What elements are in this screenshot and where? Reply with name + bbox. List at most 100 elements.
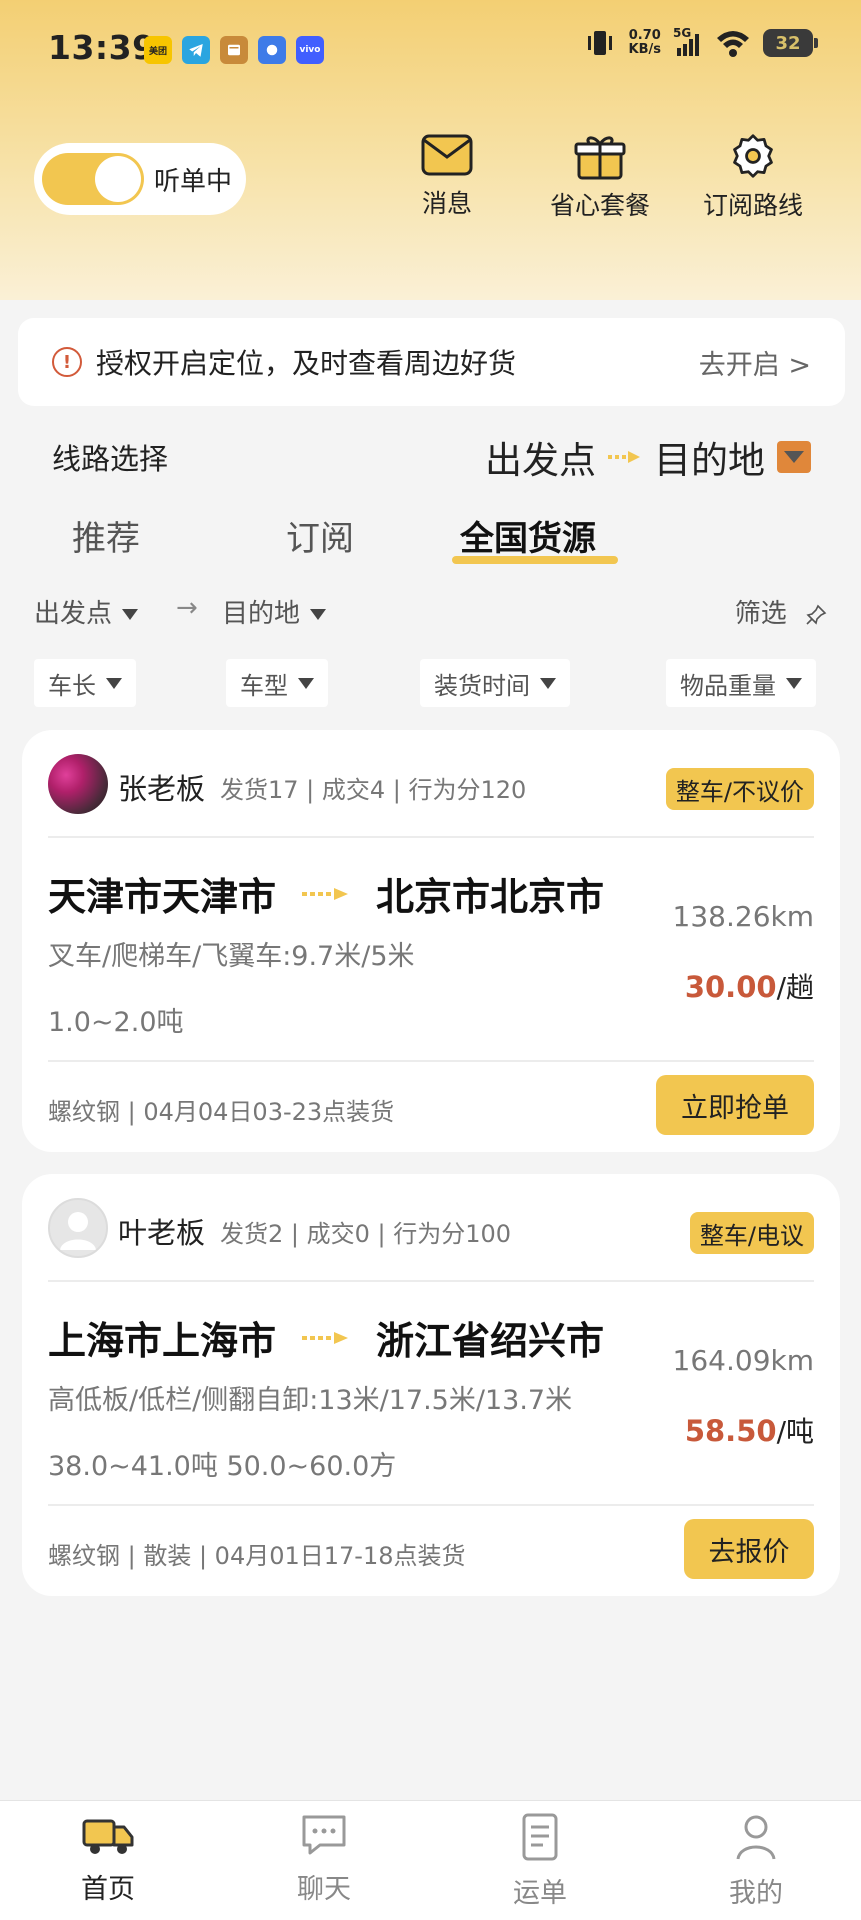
tab-bar: 推荐 订阅 全国货源	[0, 508, 861, 568]
quote-button[interactable]: 去报价	[684, 1519, 814, 1579]
meituan-icon: 美团	[144, 36, 172, 64]
tab-recommend[interactable]: 推荐	[72, 511, 140, 560]
toggle-switch[interactable]	[42, 153, 144, 205]
divider	[48, 1060, 814, 1062]
toggle-knob	[95, 156, 141, 202]
pin-icon	[806, 604, 827, 625]
cargo-detail: 螺纹钢 | 散装 | 04月01日17-18点装货	[48, 1542, 466, 1570]
cargo-detail: 螺纹钢 | 04月04日03-23点装货	[48, 1098, 395, 1126]
pricing-tag: 整车/不议价	[665, 768, 814, 810]
chip-vehicle-length[interactable]: 车长	[34, 659, 136, 707]
price: 58.50/吨	[685, 1410, 814, 1450]
route-origin: 上海市上海市	[48, 1319, 277, 1363]
price-value: 30.00	[684, 970, 777, 1004]
toggle-label: 听单中	[154, 166, 233, 197]
listen-toggle[interactable]: 听单中	[34, 143, 246, 215]
status-app-icons: 美团 vivo	[144, 36, 324, 64]
truck-icon	[82, 1819, 134, 1854]
tab-active-indicator	[452, 556, 618, 564]
status-bar: 13:39 美团 vivo 0.70 KB/s 5G 32	[0, 0, 861, 96]
cargo-card[interactable]: 叶老板 发货2 | 成交0 | 行为分100 整车/电议 上海市上海市 浙江省绍…	[22, 1174, 840, 1596]
dropdown-icon[interactable]	[777, 441, 811, 473]
status-time: 13:39	[48, 28, 156, 67]
caret-down-icon	[540, 677, 556, 689]
filter-row: 出发点 → 目的地 筛选	[0, 593, 861, 633]
nav-chat[interactable]: 聊天	[264, 1811, 384, 1906]
weight-spec: 1.0~2.0吨	[48, 1007, 184, 1038]
avatar	[48, 754, 108, 814]
nav-waybill-label: 运单	[513, 1878, 567, 1909]
bottom-nav: 首页 聊天 运单 我的	[0, 1800, 861, 1920]
package-button[interactable]: 省心套餐	[530, 132, 670, 222]
status-indicators: 0.70 KB/s 5G 32	[583, 26, 818, 58]
caret-down-icon	[786, 677, 802, 689]
arrow-right-icon	[608, 451, 640, 463]
wifi-icon	[717, 31, 749, 57]
chip-vehicle-type[interactable]: 车型	[226, 659, 328, 707]
subscribe-route-label: 订阅路线	[702, 191, 803, 220]
person-icon	[60, 1212, 96, 1250]
chip-goods-weight[interactable]: 物品重量	[666, 659, 816, 707]
package-label: 省心套餐	[549, 191, 650, 220]
distance: 164.09km	[672, 1344, 814, 1377]
route-origin: 天津市天津市	[48, 875, 277, 919]
grab-order-button[interactable]: 立即抢单	[656, 1075, 814, 1135]
messages-button[interactable]: 消息	[377, 132, 517, 220]
nav-waybill[interactable]: 运单	[480, 1811, 600, 1910]
distance: 138.26km	[672, 900, 814, 933]
route-destination: 浙江省绍兴市	[376, 1319, 605, 1363]
enable-location-link[interactable]: 去开启 >	[699, 343, 811, 382]
caret-down-icon	[310, 609, 327, 620]
chip-loading-time[interactable]: 装货时间	[420, 659, 570, 707]
caret-down-icon	[122, 609, 139, 620]
divider	[48, 1504, 814, 1506]
price-unit: /吨	[776, 1415, 814, 1448]
weight-spec: 38.0~41.0吨 50.0~60.0方	[48, 1451, 397, 1482]
nav-chat-label: 聊天	[297, 1874, 351, 1905]
tab-nationwide[interactable]: 全国货源	[460, 511, 596, 560]
divider	[48, 836, 814, 838]
route-from[interactable]: 出发点	[485, 430, 596, 484]
vehicle-spec: 高低板/低栏/侧翻自卸:13米/17.5米/13.7米	[48, 1385, 573, 1416]
app-icon	[258, 36, 286, 64]
cell-signal-icon: 5G	[673, 26, 703, 58]
owner-name: 张老板	[118, 772, 206, 806]
price: 30.00/趟	[685, 966, 814, 1006]
chat-icon	[302, 1815, 346, 1855]
tab-subscribed[interactable]: 订阅	[286, 511, 354, 560]
warning-icon: !	[52, 347, 82, 377]
owner-stats: 发货17 | 成交4 | 行为分120	[220, 776, 527, 804]
filter-arrow: →	[176, 593, 198, 623]
route-line: 天津市天津市 北京市北京市	[48, 866, 604, 921]
price-value: 58.50	[684, 1414, 777, 1448]
route-line: 上海市上海市 浙江省绍兴市	[48, 1310, 604, 1365]
route-select-label: 线路选择	[52, 442, 169, 476]
route-to[interactable]: 目的地	[654, 430, 765, 484]
owner-name: 叶老板	[118, 1216, 206, 1250]
cargo-card[interactable]: 张老板 发货17 | 成交4 | 行为分120 整车/不议价 天津市天津市 北京…	[22, 730, 840, 1152]
document-icon	[522, 1813, 558, 1861]
news-icon	[220, 36, 248, 64]
route-picker[interactable]: 出发点 目的地	[485, 430, 811, 484]
avatar	[48, 1198, 108, 1258]
caret-down-icon	[106, 677, 122, 689]
nav-profile-label: 我的	[729, 1878, 783, 1909]
price-unit: /趟	[776, 971, 814, 1004]
subscribe-route-button[interactable]: 订阅路线	[683, 132, 823, 222]
caret-down-icon	[298, 677, 314, 689]
location-banner[interactable]: ! 授权开启定位，及时查看周边好货 去开启 >	[18, 318, 845, 406]
mail-icon	[421, 134, 473, 176]
pricing-tag: 整车/电议	[689, 1212, 814, 1254]
divider	[48, 1280, 814, 1282]
screen-filter-button[interactable]: 筛选	[735, 593, 827, 630]
nav-home[interactable]: 首页	[48, 1811, 168, 1906]
filter-from[interactable]: 出发点	[34, 593, 139, 630]
filter-to[interactable]: 目的地	[222, 593, 327, 630]
nav-profile[interactable]: 我的	[696, 1811, 816, 1910]
net-speed: 0.70 KB/s	[628, 28, 661, 57]
telegram-icon	[182, 36, 210, 64]
vivo-icon: vivo	[296, 36, 324, 64]
gift-icon	[574, 136, 626, 180]
arrow-right-icon	[302, 1331, 349, 1344]
vibrate-icon	[587, 31, 612, 55]
